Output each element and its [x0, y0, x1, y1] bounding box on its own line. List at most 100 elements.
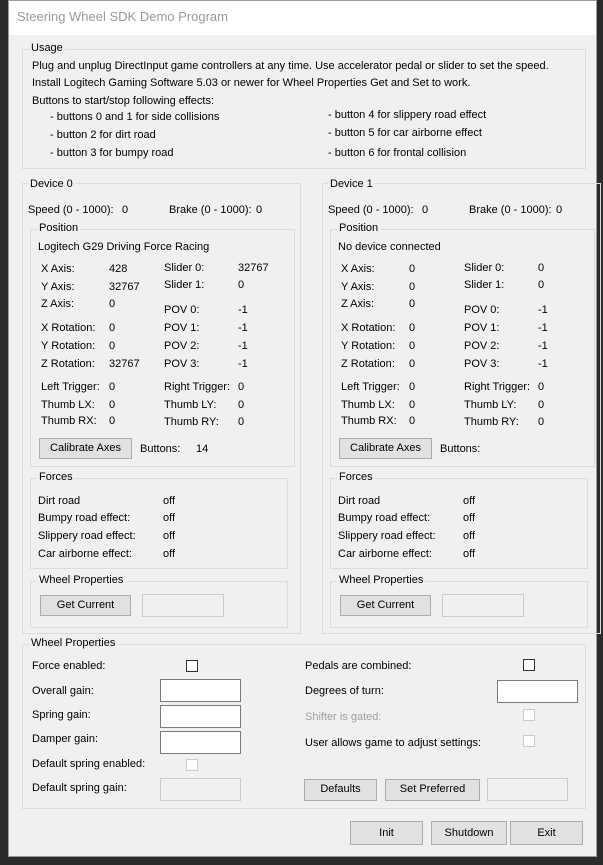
brake-value: 0 [256, 204, 263, 216]
wheel-properties-title: Wheel Properties [29, 637, 118, 649]
axis-label: POV 2: [464, 340, 500, 352]
wheel-status-field [487, 778, 568, 801]
speed-label: Speed (0 - 1000): [328, 204, 414, 216]
force-value: off [463, 548, 476, 560]
main-window: Steering Wheel SDK Demo Program Usage Pl… [8, 0, 601, 857]
axis-label: Thumb RX: [341, 415, 397, 427]
device-wheel-properties-title: Wheel Properties [337, 574, 426, 586]
axis-value: 0 [238, 381, 245, 393]
axis-value: -1 [238, 340, 248, 352]
usage-line: Plug and unplug DirectInput game control… [32, 60, 549, 72]
axis-label: Thumb LX: [41, 399, 95, 411]
default-spring-enabled-label: Default spring enabled: [32, 758, 146, 770]
force-label: Slippery road effect: [38, 530, 136, 542]
get-current-button[interactable]: Get Current [40, 595, 131, 616]
overall-gain-label: Overall gain: [32, 685, 94, 697]
default-spring-enabled-checkbox[interactable] [186, 759, 198, 771]
axis-label: Right Trigger: [164, 381, 231, 393]
brake-label: Brake (0 - 1000): [469, 204, 552, 216]
axis-value: 32767 [109, 358, 140, 370]
force-enabled-checkbox[interactable] [186, 660, 198, 672]
device-wheel-properties-title: Wheel Properties [37, 574, 126, 586]
shutdown-button[interactable]: Shutdown [431, 821, 507, 845]
position-title: Position [337, 222, 381, 234]
force-label: Dirt road [338, 495, 381, 507]
axis-label: Slider 0: [164, 262, 205, 274]
degrees-of-turn-input[interactable] [497, 680, 578, 703]
axis-label: Slider 1: [164, 279, 205, 291]
axis-value: -1 [538, 322, 548, 334]
axis-label: Z Rotation: [341, 358, 395, 370]
axis-label: X Axis: [341, 263, 375, 275]
get-current-result-field [142, 594, 224, 617]
forces-title: Forces [37, 471, 75, 483]
defaults-button[interactable]: Defaults [304, 779, 377, 801]
set-preferred-button[interactable]: Set Preferred [385, 779, 480, 801]
axis-label: Slider 0: [464, 262, 505, 274]
axis-value: 32767 [238, 262, 269, 274]
axis-label: Thumb RX: [41, 415, 97, 427]
usage-effect: - button 6 for frontal collision [328, 147, 467, 159]
damper-gain-input[interactable] [160, 731, 241, 754]
shifter-gated-checkbox[interactable] [523, 709, 535, 721]
calibrate-axes-button[interactable]: Calibrate Axes [339, 438, 432, 459]
pedals-combined-label: Pedals are combined: [305, 660, 412, 672]
axis-label: Z Rotation: [41, 358, 95, 370]
force-value: off [163, 548, 176, 560]
axis-value: 0 [538, 279, 545, 291]
axis-value: -1 [538, 340, 548, 352]
damper-gain-label: Damper gain: [32, 733, 99, 745]
usage-effect: - buttons 0 and 1 for side collisions [50, 111, 220, 123]
device-name: No device connected [338, 241, 441, 253]
axis-value: 0 [538, 399, 545, 411]
axis-label: Y Axis: [341, 281, 375, 293]
usage-effect: - button 3 for bumpy road [50, 147, 174, 159]
spring-gain-input[interactable] [160, 705, 241, 728]
axis-value: 0 [109, 340, 116, 352]
default-spring-gain-input[interactable] [160, 778, 241, 801]
force-enabled-label: Force enabled: [32, 660, 106, 672]
force-label: Dirt road [38, 495, 81, 507]
speed-label: Speed (0 - 1000): [28, 204, 114, 216]
axis-value: 0 [409, 298, 416, 310]
usage-group: Usage Plug and unplug DirectInput game c… [22, 42, 586, 169]
init-button[interactable]: Init [350, 821, 423, 845]
force-label: Car airborne effect: [38, 548, 132, 560]
position-title: Position [37, 222, 81, 234]
force-value: off [163, 530, 176, 542]
axis-label: Thumb LX: [341, 399, 395, 411]
usage-line: Install Logitech Gaming Software 5.03 or… [32, 77, 471, 89]
calibrate-axes-button[interactable]: Calibrate Axes [39, 438, 132, 459]
axis-label: POV 3: [164, 358, 200, 370]
buttons-value: 14 [196, 443, 209, 455]
user-allows-checkbox[interactable] [523, 735, 535, 747]
axis-value: -1 [538, 358, 548, 370]
buttons-label: Buttons: [140, 443, 181, 455]
axis-value: -1 [238, 304, 248, 316]
axis-label: Y Axis: [41, 281, 75, 293]
axis-value: 0 [238, 416, 245, 428]
axis-value: 0 [109, 381, 116, 393]
usage-effect: - button 5 for car airborne effect [328, 127, 482, 139]
force-value: off [463, 530, 476, 542]
exit-button[interactable]: Exit [510, 821, 583, 845]
degrees-of-turn-label: Degrees of turn: [305, 685, 384, 697]
axis-value: 0 [538, 381, 545, 393]
axis-label: X Rotation: [341, 322, 396, 334]
axis-value: 0 [409, 399, 416, 411]
device-name: Logitech G29 Driving Force Racing [38, 241, 210, 253]
pedals-combined-checkbox[interactable] [523, 659, 535, 671]
overall-gain-input[interactable] [160, 679, 241, 702]
axis-value: -1 [238, 322, 248, 334]
get-current-button[interactable]: Get Current [340, 595, 431, 616]
axis-label: Thumb LY: [464, 399, 517, 411]
usage-effect: - button 2 for dirt road [50, 129, 156, 141]
speed-value: 0 [122, 204, 129, 216]
axis-label: Thumb RY: [164, 416, 219, 428]
spring-gain-label: Spring gain: [32, 709, 91, 721]
axis-value: 0 [109, 399, 116, 411]
device-title: Device 0 [28, 178, 75, 190]
axis-value: 0 [409, 415, 416, 427]
axis-label: Left Trigger: [341, 381, 400, 393]
axis-label: POV 1: [464, 322, 500, 334]
